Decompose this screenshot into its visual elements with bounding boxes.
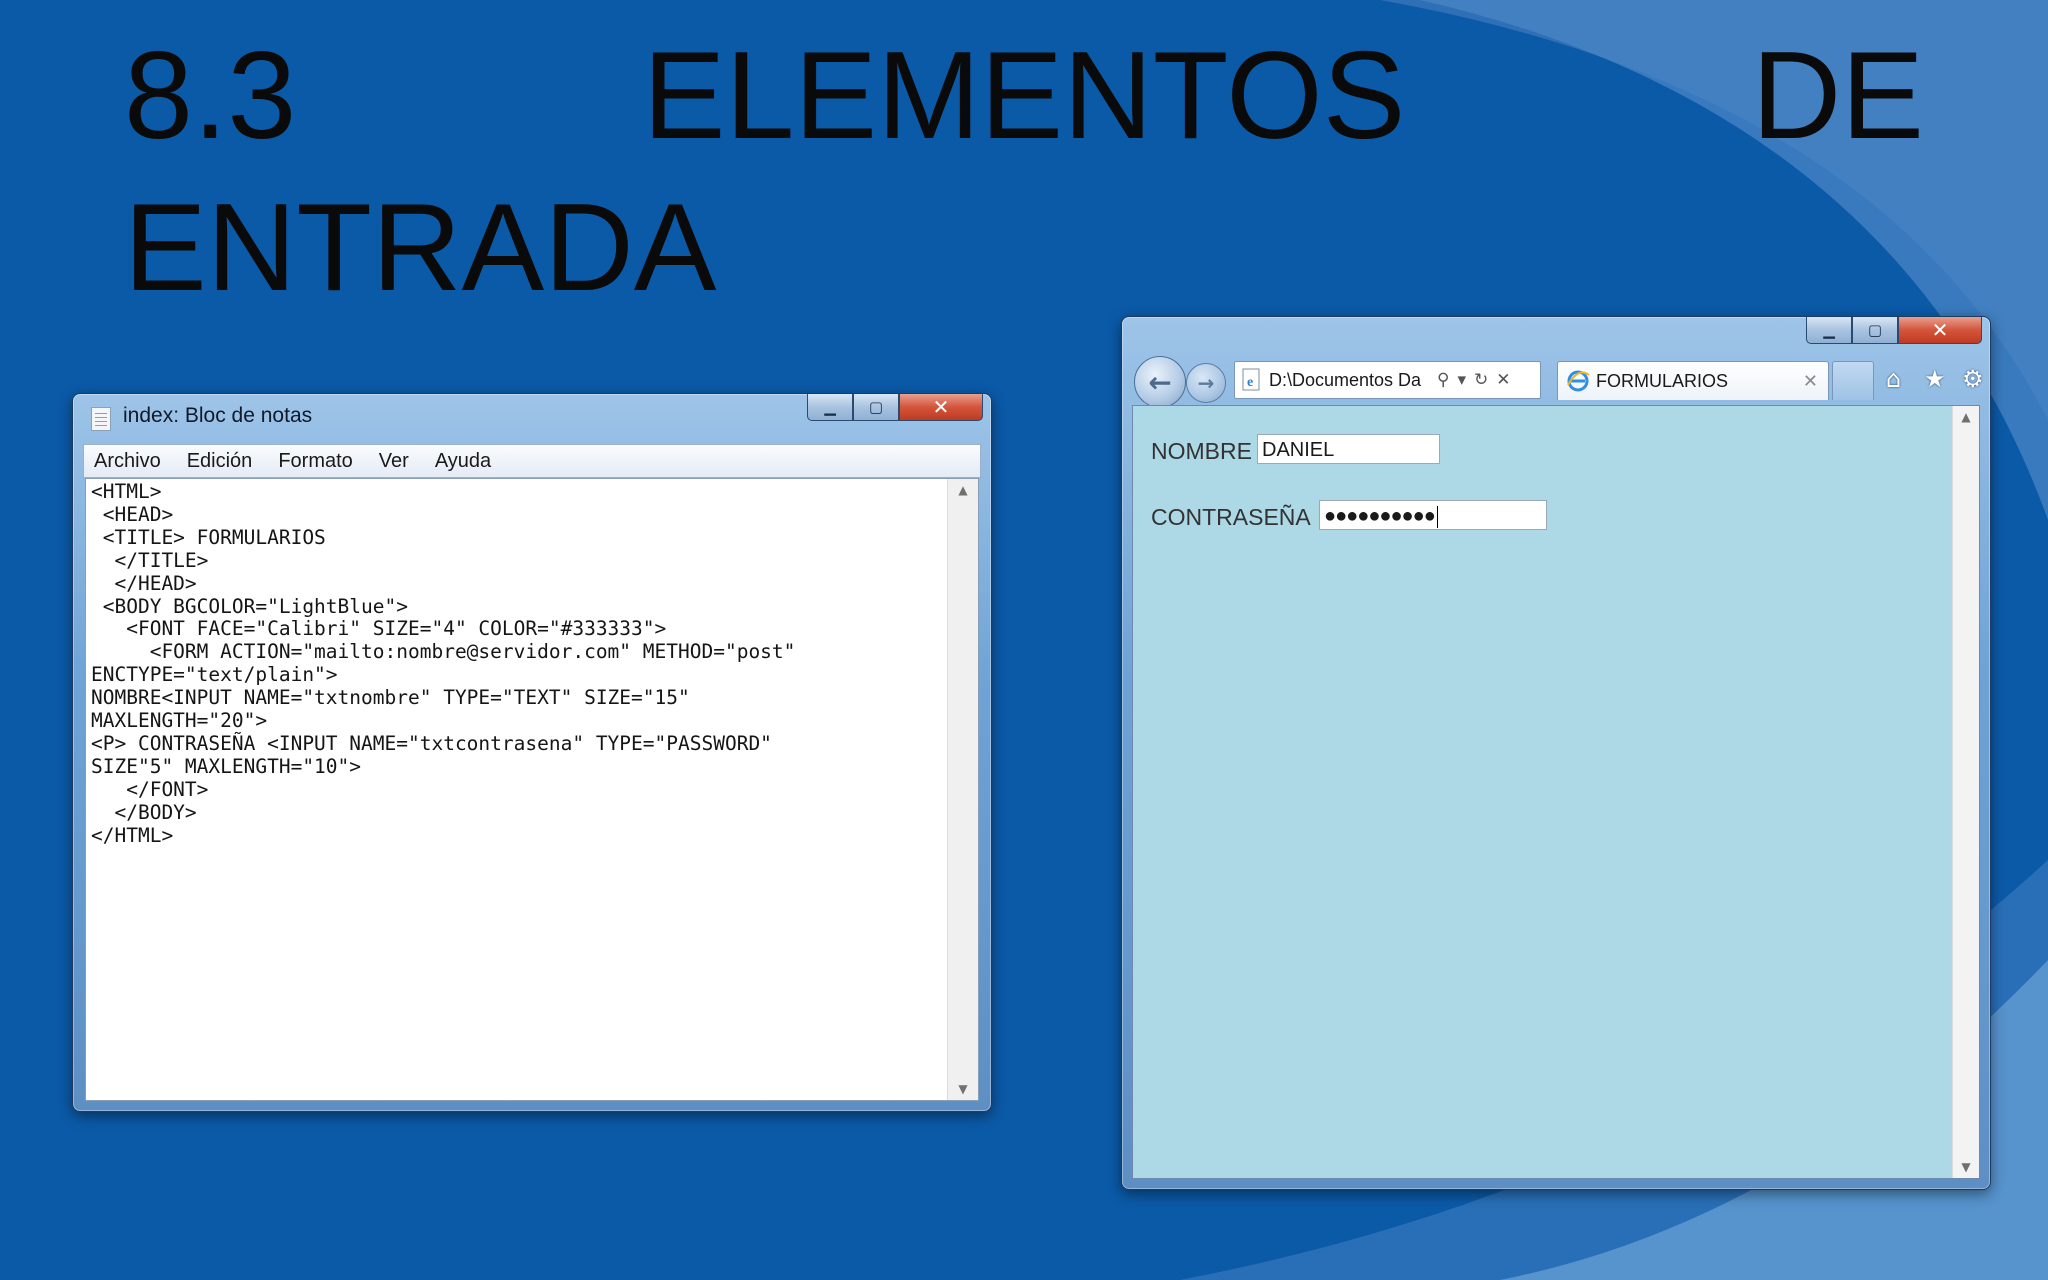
code-line: <FONT FACE="Calibri" SIZE="4" COLOR="#33…	[91, 617, 667, 641]
gear-icon[interactable]: ⚙	[1962, 365, 1984, 393]
password-mask: ●●●●●●●●●●	[1324, 505, 1436, 527]
code-line: </FONT>	[91, 777, 209, 801]
notepad-caption-buttons: ▁ ▢ ✕	[807, 394, 983, 421]
menu-ver[interactable]: Ver	[379, 450, 409, 473]
slide-title: 8.3 ELEMENTOS DE ENTRADA	[124, 20, 1924, 324]
star-icon[interactable]: ★	[1924, 365, 1946, 393]
internet-explorer-icon	[1567, 370, 1590, 392]
nombre-label: NOMBRE	[1151, 438, 1252, 464]
code-line: ENCTYPE="text/plain">	[91, 663, 338, 687]
dropdown-icon[interactable]: ▾	[1457, 370, 1466, 390]
title-word-elementos: ELEMENTOS	[642, 27, 1406, 165]
code-line: </HTML>	[91, 823, 174, 847]
code-line: </HEAD>	[91, 571, 197, 595]
menu-edicion[interactable]: Edición	[187, 450, 253, 473]
code-line: <HEAD>	[91, 502, 174, 526]
maximize-button[interactable]: ▢	[853, 394, 899, 421]
title-word-de: DE	[1751, 27, 1924, 165]
refresh-icon[interactable]: ↻	[1474, 370, 1488, 390]
notepad-editor[interactable]: <HTML> <HEAD> <TITLE> FORMULARIOS </TITL…	[85, 478, 979, 1101]
home-icon[interactable]: ⌂	[1886, 365, 1901, 393]
nombre-input[interactable]: DANIEL	[1257, 434, 1440, 464]
code-line: <FORM ACTION="mailto:nombre@servidor.com…	[91, 640, 796, 664]
scroll-up-icon[interactable]: ▲	[1953, 410, 1979, 424]
page-content: NOMBRE DANIEL CONTRASEÑA ●●●●●●●●●● ▲ ▼	[1132, 405, 1980, 1179]
browser-scrollbar[interactable]: ▲ ▼	[1952, 406, 1979, 1178]
menu-archivo[interactable]: Archivo	[94, 450, 161, 473]
notepad-window: index: Bloc de notas ▁ ▢ ✕ Archivo Edici…	[72, 393, 992, 1112]
address-text[interactable]: D:\Documentos Da	[1269, 370, 1429, 391]
code-line: <TITLE> FORMULARIOS	[91, 525, 326, 549]
scroll-down-icon[interactable]: ▼	[1953, 1160, 1979, 1174]
notepad-scrollbar[interactable]: ▲ ▼	[947, 479, 978, 1100]
forward-arrow-icon[interactable]: →	[1186, 363, 1226, 403]
browser-caption-buttons: ▁ ▢ ✕	[1806, 317, 1982, 344]
tab-close-icon[interactable]: ✕	[1803, 371, 1818, 392]
password-label: CONTRASEÑA	[1151, 504, 1311, 530]
browser-navbar: ← → e D:\Documentos Da ⚲ ▾ ↻ ✕ FORMULARI…	[1134, 355, 1984, 408]
code-line: <HTML>	[91, 480, 162, 503]
maximize-button[interactable]: ▢	[1852, 317, 1898, 344]
scroll-up-icon[interactable]: ▲	[948, 483, 978, 497]
code-line: </BODY>	[91, 800, 197, 824]
title-number: 8.3	[124, 27, 297, 165]
notepad-title: index: Bloc de notas	[123, 404, 313, 427]
code-line: <BODY BGCOLOR="LightBlue">	[91, 594, 408, 618]
menu-ayuda[interactable]: Ayuda	[435, 450, 491, 473]
stop-icon[interactable]: ✕	[1496, 370, 1510, 390]
page-icon: e	[1242, 368, 1260, 391]
back-arrow-icon[interactable]: ←	[1134, 356, 1186, 408]
search-icon[interactable]: ⚲	[1437, 370, 1449, 390]
minimize-button[interactable]: ▁	[1806, 317, 1852, 344]
password-input[interactable]: ●●●●●●●●●●	[1319, 500, 1547, 530]
code-line: <P> CONTRASEÑA <INPUT NAME="txtcontrasen…	[91, 731, 772, 755]
scroll-down-icon[interactable]: ▼	[948, 1082, 978, 1096]
text-caret	[1436, 505, 1438, 528]
address-bar[interactable]: e D:\Documentos Da ⚲ ▾ ↻ ✕	[1234, 361, 1541, 399]
new-tab-button[interactable]	[1832, 361, 1874, 400]
close-button[interactable]: ✕	[1898, 317, 1982, 344]
title-line-entrada: ENTRADA	[124, 179, 717, 317]
code-line: SIZE"5" MAXLENGTH="10">	[91, 754, 362, 778]
notepad-menubar: Archivo Edición Formato Ver Ayuda	[83, 444, 981, 478]
menu-formato[interactable]: Formato	[278, 450, 352, 473]
code-line: </TITLE>	[91, 548, 209, 572]
code-line: MAXLENGTH="20">	[91, 709, 268, 733]
minimize-button[interactable]: ▁	[807, 394, 853, 421]
close-button[interactable]: ✕	[899, 394, 983, 421]
code-line: NOMBRE<INPUT NAME="txtnombre" TYPE="TEXT…	[91, 686, 690, 710]
notepad-icon	[91, 407, 111, 431]
tab-formularios[interactable]: FORMULARIOS ✕	[1557, 361, 1829, 400]
svg-text:e: e	[1247, 375, 1253, 390]
code-text[interactable]: <HTML> <HEAD> <TITLE> FORMULARIOS </TITL…	[91, 480, 938, 848]
tab-title: FORMULARIOS	[1596, 370, 1729, 391]
browser-window: ▁ ▢ ✕ ← → e D:\Documentos Da ⚲ ▾ ↻ ✕ FOR…	[1121, 316, 1991, 1190]
